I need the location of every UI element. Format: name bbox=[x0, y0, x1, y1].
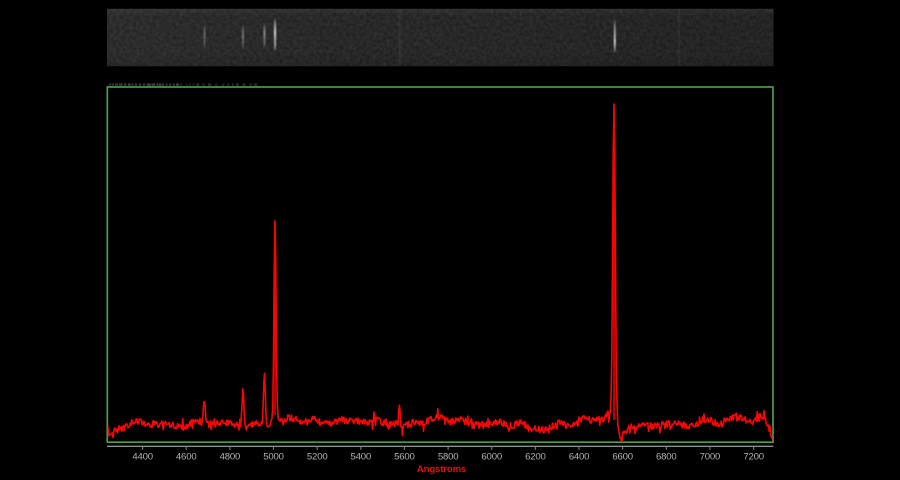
svg-text:5000: 5000 bbox=[263, 452, 284, 463]
svg-text:Angstroms: Angstroms bbox=[417, 464, 466, 475]
svg-text:4800: 4800 bbox=[220, 452, 241, 463]
svg-text:6800: 6800 bbox=[656, 452, 677, 463]
svg-text:6200: 6200 bbox=[525, 452, 546, 463]
svg-text:6000: 6000 bbox=[481, 452, 502, 463]
svg-text:7000: 7000 bbox=[700, 452, 721, 463]
svg-text:7200: 7200 bbox=[743, 452, 764, 463]
svg-text:5200: 5200 bbox=[307, 452, 328, 463]
svg-text:5800: 5800 bbox=[438, 452, 459, 463]
svg-text:4600: 4600 bbox=[176, 452, 197, 463]
svg-text:4400: 4400 bbox=[132, 452, 153, 463]
svg-text:6600: 6600 bbox=[612, 452, 633, 463]
svg-text:5600: 5600 bbox=[394, 452, 415, 463]
svg-text:6400: 6400 bbox=[569, 452, 590, 463]
svg-text:5400: 5400 bbox=[351, 452, 372, 463]
